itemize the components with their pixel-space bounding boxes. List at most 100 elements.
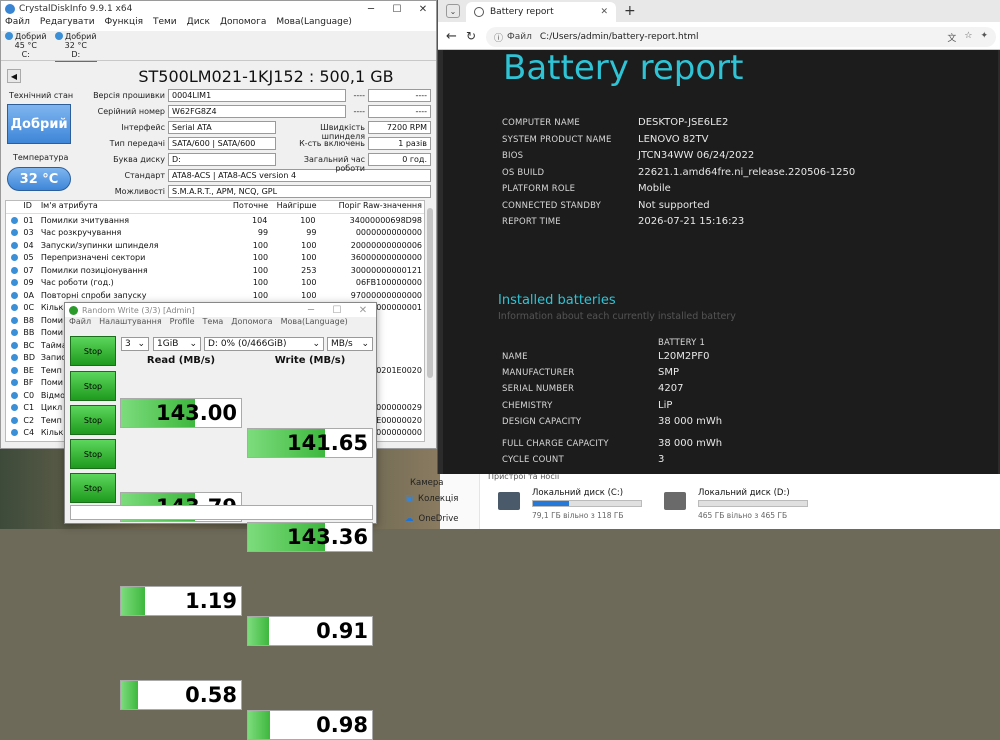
- attr-worst: 100: [300, 215, 316, 225]
- menu-profile[interactable]: Profile: [170, 317, 195, 330]
- health-status-button[interactable]: Добрий: [7, 104, 71, 144]
- col-name[interactable]: Ім'я атрибута: [41, 201, 216, 213]
- col-id[interactable]: ID: [23, 201, 40, 213]
- battery-key: MANUFACTURER: [502, 368, 575, 378]
- drive-d[interactable]: Локальний диск (D:) 465 ГБ вільно з 465 …: [664, 488, 814, 526]
- status-dot-icon: [5, 32, 13, 40]
- col-threshold[interactable]: Поріг: [317, 201, 361, 213]
- minimize-button[interactable]: ─: [358, 1, 384, 17]
- features-field: S.M.A.R.T., APM, NCQ, GPL: [168, 185, 431, 198]
- menu-settings[interactable]: Налаштування: [99, 317, 162, 330]
- smart-row[interactable]: 0A Повторні спроби запуску 100 100 97 0000000…: [6, 289, 424, 302]
- stop-button[interactable]: Stop: [70, 371, 116, 401]
- tab-actions-icon[interactable]: ⌄: [446, 4, 460, 18]
- attr-name: Час розкручування: [40, 228, 122, 238]
- col-current[interactable]: Поточне: [216, 201, 268, 213]
- temperature-value: 32 °C: [7, 167, 71, 191]
- count-select[interactable]: 3 ⌄: [121, 337, 149, 351]
- battery-key: CHEMISTRY: [502, 401, 553, 411]
- menu-help[interactable]: Допомога: [220, 17, 266, 31]
- read-bar: [121, 587, 145, 615]
- count-value: 3: [125, 339, 131, 349]
- favorite-icon[interactable]: ☆: [964, 31, 972, 44]
- maximize-button[interactable]: ☐: [324, 303, 350, 317]
- smart-row[interactable]: 01 Помилки зчитування 104 100 34 000000698D98: [6, 214, 424, 227]
- drive-select[interactable]: D: 0% (0/466GiB) ⌄: [204, 337, 324, 351]
- menu-function[interactable]: Функція: [105, 17, 143, 31]
- menu-edit[interactable]: Редагувати: [40, 17, 95, 31]
- menu-language[interactable]: Мова(Language): [281, 317, 348, 330]
- menu-disk[interactable]: Диск: [187, 17, 210, 31]
- col-worst[interactable]: Найгірше: [268, 201, 317, 213]
- close-tab-icon[interactable]: ✕: [600, 7, 608, 17]
- disk-tab-c[interactable]: Добрий 45 °C C:: [5, 32, 47, 59]
- disk-tab-d[interactable]: Добрий 32 °C D:: [55, 32, 97, 62]
- attr-id: BE: [23, 365, 34, 375]
- interface-field: Serial ATA: [168, 121, 276, 134]
- drive-letter-field: D:: [168, 153, 276, 166]
- col-raw[interactable]: Raw-значення: [361, 201, 424, 213]
- sidebar-item-collection[interactable]: ▣ Колекція: [405, 494, 458, 504]
- chevron-down-icon: ⌄: [361, 339, 369, 349]
- attr-worst: 253: [301, 265, 317, 275]
- transfer-label: Тип передачі: [109, 139, 165, 148]
- status-dot-icon: [6, 254, 23, 262]
- smart-row[interactable]: 09 Час роботи (год.) 100 100 0 6FB100000000: [6, 277, 424, 290]
- smart-row[interactable]: 03 Час розкручування 99 99 0 000000000000: [6, 227, 424, 240]
- menu-theme[interactable]: Тема: [203, 317, 224, 330]
- menu-file[interactable]: Файл: [5, 17, 30, 31]
- attr-id: 09: [23, 278, 34, 288]
- info-icon[interactable]: ⓘ: [494, 31, 503, 44]
- smart-scrollbar[interactable]: [426, 200, 434, 442]
- extensions-icon[interactable]: ✦: [980, 31, 988, 44]
- status-dot-icon: [6, 329, 23, 337]
- smart-row[interactable]: 04 Запуски/зупинки шпинделя 100 100 20 000000…: [6, 239, 424, 252]
- menu-language[interactable]: Мова(Language): [276, 17, 352, 31]
- stop-button[interactable]: Stop: [70, 439, 116, 469]
- menu-bar: Файл Налаштування Profile Тема Допомога …: [65, 317, 376, 330]
- drive-c[interactable]: Локальний диск (C:) 79,1 ГБ вільно з 118…: [498, 488, 648, 526]
- close-button[interactable]: ✕: [350, 303, 376, 317]
- stop-button[interactable]: Stop: [70, 405, 116, 435]
- power-count-field: 1 разів: [368, 137, 431, 150]
- size-select[interactable]: 1GiB ⌄: [153, 337, 201, 351]
- translate-icon[interactable]: 文: [947, 31, 956, 44]
- comment-field[interactable]: [70, 505, 373, 520]
- sidebar-item-onedrive[interactable]: ☁ OneDrive: [405, 514, 458, 524]
- app-icon: [5, 4, 15, 14]
- menu-help[interactable]: Допомога: [231, 317, 272, 330]
- attr-threshold: 36: [350, 253, 361, 263]
- status-dot-icon: [6, 341, 23, 349]
- menu-file[interactable]: Файл: [69, 317, 91, 330]
- power-count-label: К-сть включень: [299, 139, 365, 148]
- stop-all-button[interactable]: Stop: [70, 336, 116, 366]
- stop-button[interactable]: Stop: [70, 473, 116, 503]
- system-value: Mobile: [638, 183, 671, 194]
- read-value: 143.00: [155, 401, 237, 425]
- refresh-button[interactable]: ↻: [466, 29, 476, 43]
- maximize-button[interactable]: ☐: [384, 1, 410, 17]
- disk-status: Добрий: [65, 32, 97, 41]
- prev-disk-button[interactable]: ◀: [7, 69, 21, 83]
- menu-themes[interactable]: Теми: [153, 17, 177, 31]
- drive-letter-label: Буква диску: [113, 155, 165, 164]
- attr-name: Помилки позиціонування: [40, 265, 148, 275]
- minimize-button[interactable]: ─: [298, 303, 324, 317]
- sidebar-item-camera[interactable]: Камера: [410, 478, 444, 488]
- smart-row[interactable]: 05 Перепризначені сектори 100 100 36 00000000…: [6, 252, 424, 265]
- health-label: Технічний стан: [9, 91, 74, 100]
- chevron-down-icon: ⌄: [312, 339, 320, 349]
- address-bar[interactable]: ⓘ Файл C:/Users/admin/battery-report.htm…: [486, 27, 996, 47]
- new-tab-button[interactable]: +: [624, 3, 636, 19]
- close-button[interactable]: ✕: [410, 1, 436, 17]
- unit-select[interactable]: MB/s ⌄: [327, 337, 373, 351]
- read-result: 1.19: [120, 586, 242, 616]
- smart-row[interactable]: 07 Помилки позиціонування 100 253 30 00000000…: [6, 264, 424, 277]
- system-value: DESKTOP-JSE6LE2: [638, 117, 729, 128]
- attr-current: 99: [257, 228, 269, 238]
- system-value: Not supported: [638, 199, 710, 211]
- write-value: 143.36: [286, 525, 368, 549]
- back-button[interactable]: ←: [446, 29, 457, 44]
- tab-battery-report[interactable]: Battery report ✕: [466, 2, 616, 22]
- attr-threshold: 20: [350, 240, 361, 250]
